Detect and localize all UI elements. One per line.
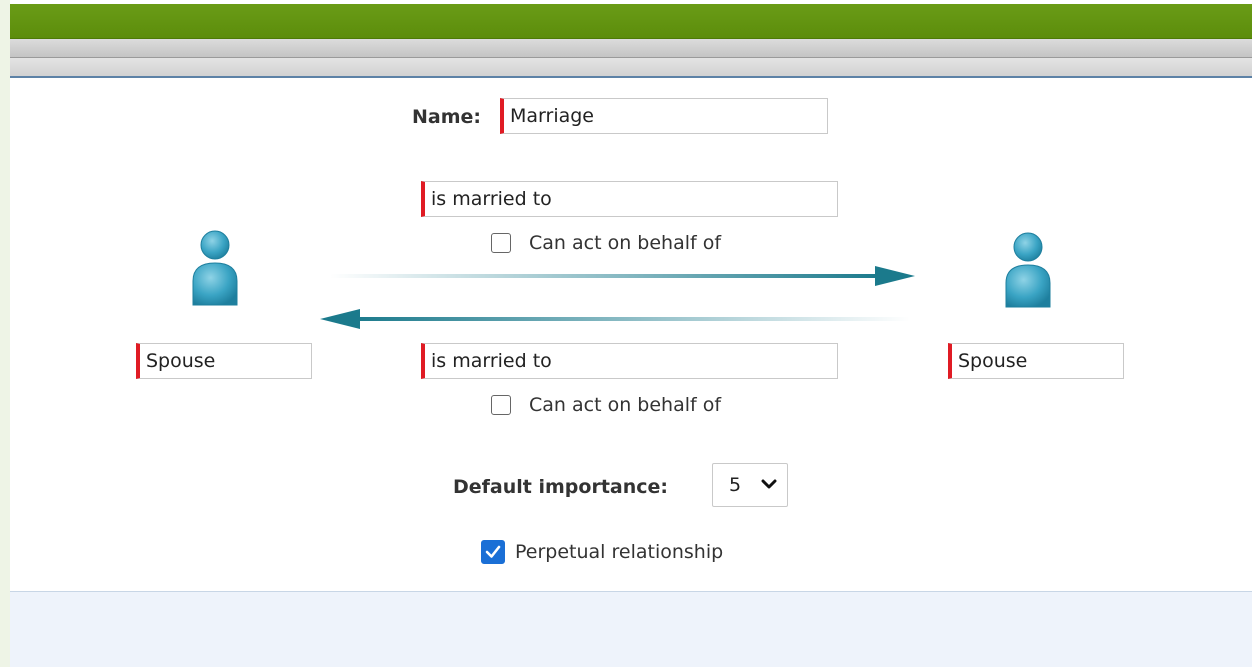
forward-can-act-checkbox[interactable] [491,233,511,253]
chevron-down-icon [761,479,777,489]
importance-label: Default importance: [453,476,668,498]
relationship-editor-panel [10,78,1252,592]
person-icon [192,230,238,306]
importance-select[interactable]: 5 [712,463,788,507]
perpetual-label: Perpetual relationship [515,541,724,563]
arrow-left-icon [320,309,910,329]
forward-can-act-label: Can act on behalf of [529,232,722,254]
forward-relation-input[interactable]: is married to [421,181,838,217]
arrow-right-icon [330,266,915,286]
toolbar-strip-secondary [10,58,1252,78]
name-label: Name: [412,106,482,128]
checkmark-icon [485,545,501,558]
perpetual-row[interactable]: Perpetual relationship [481,540,723,564]
importance-value: 5 [729,474,742,496]
reverse-relation-input[interactable]: is married to [421,343,838,379]
toolbar-strip [10,39,1252,58]
left-margin [0,0,10,667]
panel-footer [10,592,1252,667]
app-header-bar [10,4,1252,39]
left-role-input[interactable]: Spouse [136,343,312,379]
right-role-input[interactable]: Spouse [948,343,1124,379]
person-icon [1005,232,1051,308]
reverse-can-act-row[interactable]: Can act on behalf of [491,394,721,416]
reverse-can-act-label: Can act on behalf of [529,394,722,416]
name-input[interactable]: Marriage [500,98,828,134]
forward-can-act-row[interactable]: Can act on behalf of [491,232,721,254]
reverse-can-act-checkbox[interactable] [491,395,511,415]
perpetual-checkbox[interactable] [481,540,505,564]
